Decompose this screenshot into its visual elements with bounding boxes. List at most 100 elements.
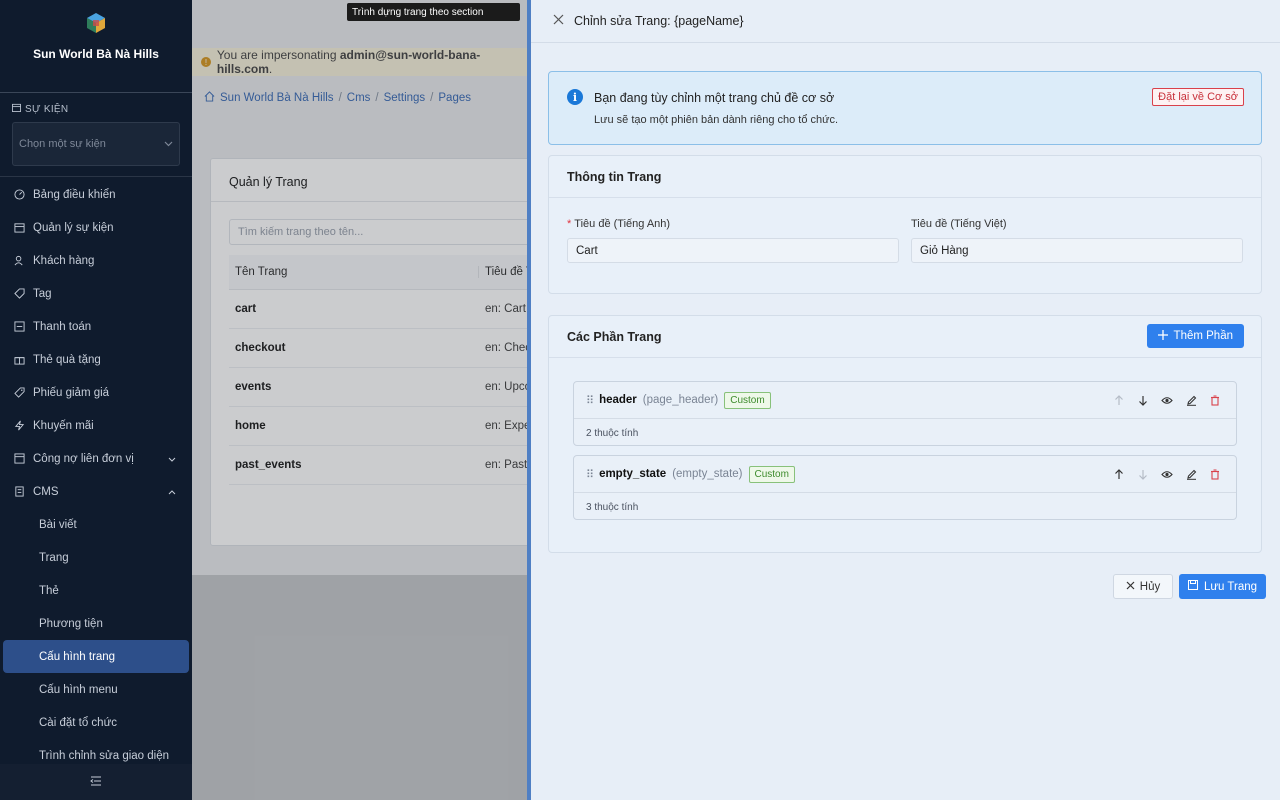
info-icon: i [567,89,583,105]
custom-badge: Custom [724,391,771,409]
sidebar-item-cms[interactable]: CMS [0,475,192,508]
drag-handle-icon[interactable]: ⠿ [586,394,594,407]
close-icon[interactable] [553,14,564,28]
save-icon [1187,580,1198,593]
sidebar-subitem-tags[interactable]: Thẻ [0,574,192,607]
sidebar-subitem-pages[interactable]: Trang [0,541,192,574]
close-icon [1126,581,1135,593]
sidebar-item-intercompany-debt[interactable]: Công nợ liên đơn vị [0,442,192,475]
sidebar-item-promotions[interactable]: Khuyến mãi [0,409,192,442]
ledger-icon [14,453,25,464]
brand-header: Sun World Bà Nà Hills [0,0,192,93]
menu-collapse-icon [90,775,102,789]
section-props-count: 2 thuộc tính [586,428,639,439]
gift-icon [14,354,25,365]
info-subtitle: Lưu sẽ tạo một phiên bản dành riêng cho … [594,114,839,126]
sidebar-item-label: Thanh toán [33,320,92,333]
required-asterisk: * [567,218,572,230]
gauge-icon [14,189,25,200]
event-section-label: SỰ KIỆN [12,103,68,115]
title-vi-input[interactable]: Giỏ Hàng [911,238,1243,263]
calendar-small-icon [12,103,21,115]
sidebar-item-label: Quản lý sự kiện [33,221,114,234]
arrow-up-icon[interactable] [1112,393,1126,407]
sidebar-item-label: CMS [33,485,59,498]
add-section-button[interactable]: Thêm Phần [1146,324,1244,348]
page-info-heading: Thông tin Trang [549,156,1261,198]
drag-handle-icon[interactable]: ⠿ [586,468,594,481]
edit-icon[interactable] [1184,393,1198,407]
event-select[interactable]: Chọn một sự kiện [12,122,180,166]
section-type: (empty_state) [672,468,743,480]
brand-name: Sun World Bà Nà Hills [33,47,159,61]
coupon-icon [14,387,25,398]
sidebar-item-label: Bảng điều khiển [33,188,116,201]
modal-backdrop-lower [192,575,527,800]
trash-icon[interactable] [1208,467,1222,481]
sidebar-subitem-org-settings[interactable]: Cài đặt tổ chức [0,706,192,739]
sidebar-item-label: Phiếu giảm giá [33,386,110,399]
sidebar-nav: Bảng điều khiển Quản lý sự kiện Khách hà… [0,178,192,772]
sidebar-item-label: Khách hàng [33,254,95,267]
page-sections-card: Các Phần Trang Thêm Phần ⠿ header (page_… [548,315,1262,553]
section-name: empty_state [599,468,667,480]
eye-icon[interactable] [1160,467,1174,481]
page-info-card: Thông tin Trang * Tiêu đề (Tiếng Anh) Car… [548,155,1262,294]
save-page-button[interactable]: Lưu Trang [1179,574,1266,599]
arrow-down-icon[interactable] [1136,467,1150,481]
event-section-text: SỰ KIỆN [25,103,69,115]
section-item: ⠿ empty_state (empty_state) Custom 3 thu… [573,455,1237,520]
sidebar: Sun World Bà Nà Hills SỰ KIỆN Chọn một s… [0,0,192,800]
add-section-label: Thêm Phần [1173,330,1233,342]
chevron-down-icon [164,138,173,150]
sidebar-item-coupons[interactable]: Phiếu giảm giá [0,376,192,409]
section-actions [1112,393,1222,407]
trash-icon[interactable] [1208,393,1222,407]
document-icon [14,486,25,497]
eye-icon[interactable] [1160,393,1174,407]
users-icon [14,255,25,266]
info-title: Bạn đang tùy chỉnh một trang chủ đề cơ s… [594,91,835,105]
lightning-icon [14,420,25,431]
edit-page-drawer: Chỉnh sửa Trang: {pageName} i Bạn đang t… [527,0,1280,800]
save-label: Lưu Trang [1203,580,1258,593]
section-type: (page_header) [642,394,719,406]
sidebar-item-payment[interactable]: Thanh toán [0,310,192,343]
arrow-up-icon[interactable] [1112,467,1126,481]
sidebar-item-dashboard[interactable]: Bảng điều khiển [0,178,192,211]
sidebar-collapse-button[interactable] [0,764,192,800]
sidebar-item-label: Tag [33,287,52,300]
sidebar-item-label: Công nợ liên đơn vị [33,452,134,465]
sidebar-item-tag[interactable]: Tag [0,277,192,310]
event-select-placeholder: Chọn một sự kiện [19,138,106,150]
chevron-down-icon [168,453,176,465]
page-sections-heading: Các Phần Trang [567,329,662,344]
edit-icon[interactable] [1184,467,1198,481]
payment-icon [14,321,25,332]
drawer-title: Chỉnh sửa Trang: {pageName} [574,14,744,28]
section-item: ⠿ header (page_header) Custom 2 thuộc tí… [573,381,1237,446]
sidebar-item-customers[interactable]: Khách hàng [0,244,192,277]
title-en-input[interactable]: Cart [567,238,899,263]
sidebar-subitem-page-config[interactable]: Cấu hình trang [3,640,189,673]
title-vi-label: Tiêu đề (Tiếng Việt) [911,218,1007,230]
sidebar-item-label: Thẻ quà tặng [33,353,101,366]
plus-icon [1157,329,1168,343]
sidebar-item-events[interactable]: Quản lý sự kiện [0,211,192,244]
sidebar-subitem-posts[interactable]: Bài viết [0,508,192,541]
sidebar-subitem-media[interactable]: Phương tiện [0,607,192,640]
cancel-button[interactable]: Hủy [1113,574,1173,599]
title-en-label: * Tiêu đề (Tiếng Anh) [567,218,670,230]
reset-to-base-button[interactable]: Đặt lại về Cơ sở [1152,88,1244,106]
sidebar-item-label: Khuyến mãi [33,419,94,432]
arrow-down-icon[interactable] [1136,393,1150,407]
title-en-label-text: Tiêu đề (Tiếng Anh) [574,218,671,230]
sidebar-item-gift-cards[interactable]: Thẻ quà tặng [0,343,192,376]
sidebar-subitem-menu-config[interactable]: Cấu hình menu [0,673,192,706]
brand-logo-icon [84,11,108,35]
section-actions [1112,467,1222,481]
section-name: header [599,394,637,406]
custom-badge: Custom [748,465,795,483]
tag-icon [14,288,25,299]
calendar-icon [14,222,25,233]
